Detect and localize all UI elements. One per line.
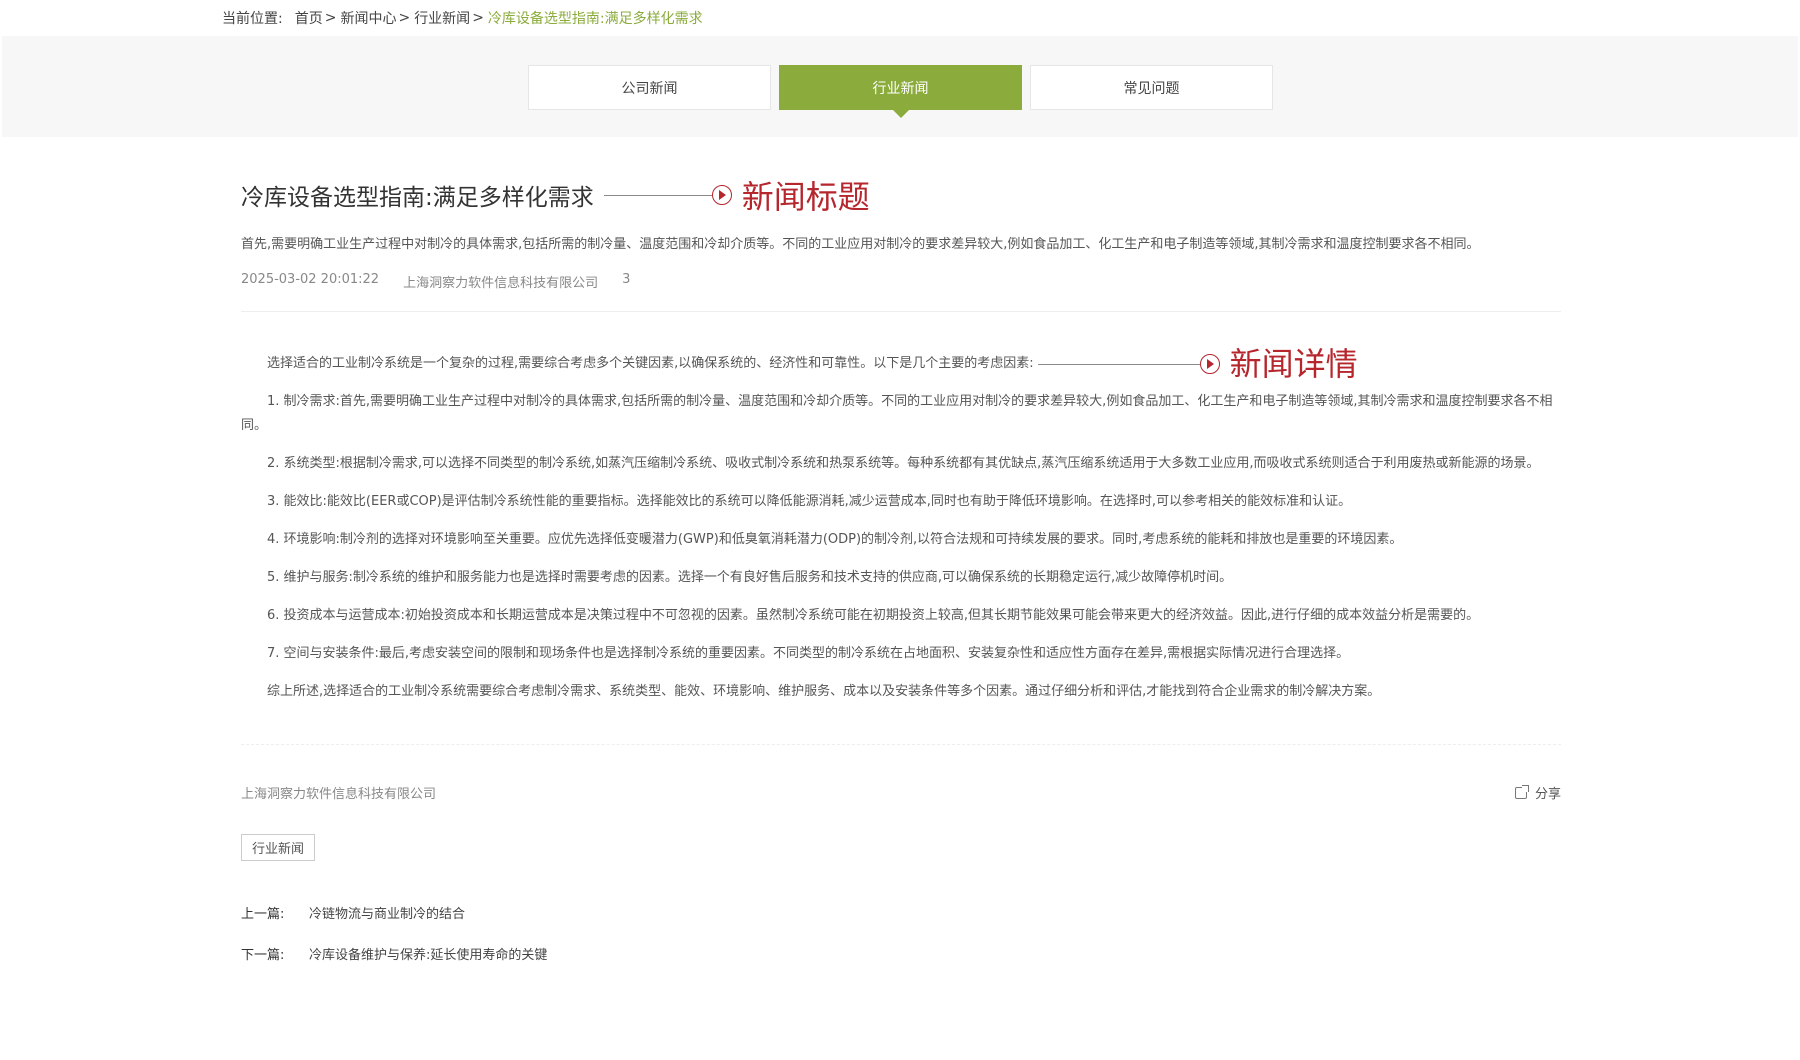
title-row: 冷库设备选型指南:满足多样化需求 新闻标题 xyxy=(241,170,1561,220)
next-label: 下一篇: xyxy=(241,947,285,963)
article-footer: 上海洞察力软件信息科技有限公司 分享 xyxy=(241,783,1561,802)
article-paragraph: 4. 环境影响:制冷剂的选择对环境影响至关重要。应优先选择低变暖潜力(GWP)和… xyxy=(267,532,1403,547)
divider xyxy=(241,744,1561,745)
article-body: 选择适合的工业制冷系统是一个复杂的过程,需要综合考虑多个关键因素,以确保系统的、… xyxy=(241,345,1561,704)
breadcrumb-label: 当前位置: xyxy=(222,11,283,27)
annotation-arrow-icon xyxy=(1199,354,1220,374)
share-icon xyxy=(1514,784,1529,799)
article-author: 上海洞察力软件信息科技有限公司 xyxy=(403,276,599,291)
prev-article-row: 上一篇: 冷链物流与商业制冷的结合 xyxy=(241,901,1561,923)
footer-company: 上海洞察力软件信息科技有限公司 xyxy=(241,787,437,802)
article-title: 冷库设备选型指南:满足多样化需求 xyxy=(241,185,594,211)
breadcrumb-industry-news[interactable]: 行业新闻 xyxy=(414,8,470,28)
article-paragraph: 7. 空间与安装条件:最后,考虑安装空间的限制和现场条件也是选择制冷系统的重要因… xyxy=(267,646,1350,661)
breadcrumb-separator: > xyxy=(324,10,337,26)
annotation-arrow-icon xyxy=(711,185,732,205)
prev-label: 上一篇: xyxy=(241,906,285,922)
share-button[interactable]: 分享 xyxy=(1514,783,1561,802)
next-article-link[interactable]: 冷库设备维护与保养:延长使用寿命的关键 xyxy=(309,944,547,963)
article-paragraph: 1. 制冷需求:首先,需要明确工业生产过程中对制冷的具体需求,包括所需的制冷量、… xyxy=(241,394,1553,433)
annotation-line xyxy=(603,194,712,196)
tab-faq[interactable]: 常见问题 xyxy=(1030,65,1273,110)
breadcrumb-separator: > xyxy=(398,10,411,26)
detail-annotation: 新闻详情 xyxy=(1229,345,1358,383)
tag-industry-news[interactable]: 行业新闻 xyxy=(241,834,316,861)
article-paragraph: 综上所述,选择适合的工业制冷系统需要综合考虑制冷需求、系统类型、能效、环境影响、… xyxy=(267,684,1381,699)
breadcrumb: 当前位置: 首页 > 新闻中心 > 行业新闻 > 冷库设备选型指南:满足多样化需求 xyxy=(222,6,703,30)
article-meta: 2025-03-02 20:01:22 上海洞察力软件信息科技有限公司 3 xyxy=(241,272,1561,312)
article-intro: 选择适合的工业制冷系统是一个复杂的过程,需要综合考虑多个关键因素,以确保系统的、… xyxy=(241,345,1561,383)
article: 冷库设备选型指南:满足多样化需求 新闻标题 首先,需要明确工业生产过程中对制冷的… xyxy=(241,170,1561,983)
intro-text: 选择适合的工业制冷系统是一个复杂的过程,需要综合考虑多个关键因素,以确保系统的、… xyxy=(267,356,1034,371)
article-paragraph: 6. 投资成本与运营成本:初始投资成本和长期运营成本是决策过程中不可忽视的因素。… xyxy=(267,608,1480,623)
article-paragraph: 2. 系统类型:根据制冷需求,可以选择不同类型的制冷系统,如蒸汽压缩制冷系统、吸… xyxy=(267,456,1540,471)
share-label: 分享 xyxy=(1534,787,1561,802)
tab-industry-news[interactable]: 行业新闻 xyxy=(779,65,1022,118)
breadcrumb-news-center[interactable]: 新闻中心 xyxy=(340,8,396,28)
news-tabs: 公司新闻 行业新闻 常见问题 xyxy=(528,65,1273,118)
title-annotation: 新闻标题 xyxy=(741,178,870,216)
article-summary: 首先,需要明确工业生产过程中对制冷的具体需求,包括所需的制冷量、温度范围和冷却介… xyxy=(241,237,1480,252)
article-date: 2025-03-02 20:01:22 xyxy=(241,272,380,287)
prev-next-nav: 上一篇: 冷链物流与商业制冷的结合 下一篇: 冷库设备维护与保养:延长使用寿命的… xyxy=(241,901,1561,964)
next-article-row: 下一篇: 冷库设备维护与保养:延长使用寿命的关键 xyxy=(241,942,1561,964)
breadcrumb-separator: > xyxy=(472,10,484,26)
annotation-line xyxy=(1037,363,1200,365)
breadcrumb-home[interactable]: 首页 xyxy=(295,8,323,28)
article-paragraph: 5. 维护与服务:制冷系统的维护和服务能力也是选择时需要考虑的因素。选择一个有良… xyxy=(267,570,1233,585)
article-paragraph: 3. 能效比:能效比(EER或COP)是评估制冷系统性能的重要指标。选择能效比的… xyxy=(267,494,1352,509)
breadcrumb-current: 冷库设备选型指南:满足多样化需求 xyxy=(487,11,703,27)
tab-company-news[interactable]: 公司新闻 xyxy=(528,65,771,110)
prev-article-link[interactable]: 冷链物流与商业制冷的结合 xyxy=(309,903,465,922)
article-views: 3 xyxy=(622,272,631,287)
